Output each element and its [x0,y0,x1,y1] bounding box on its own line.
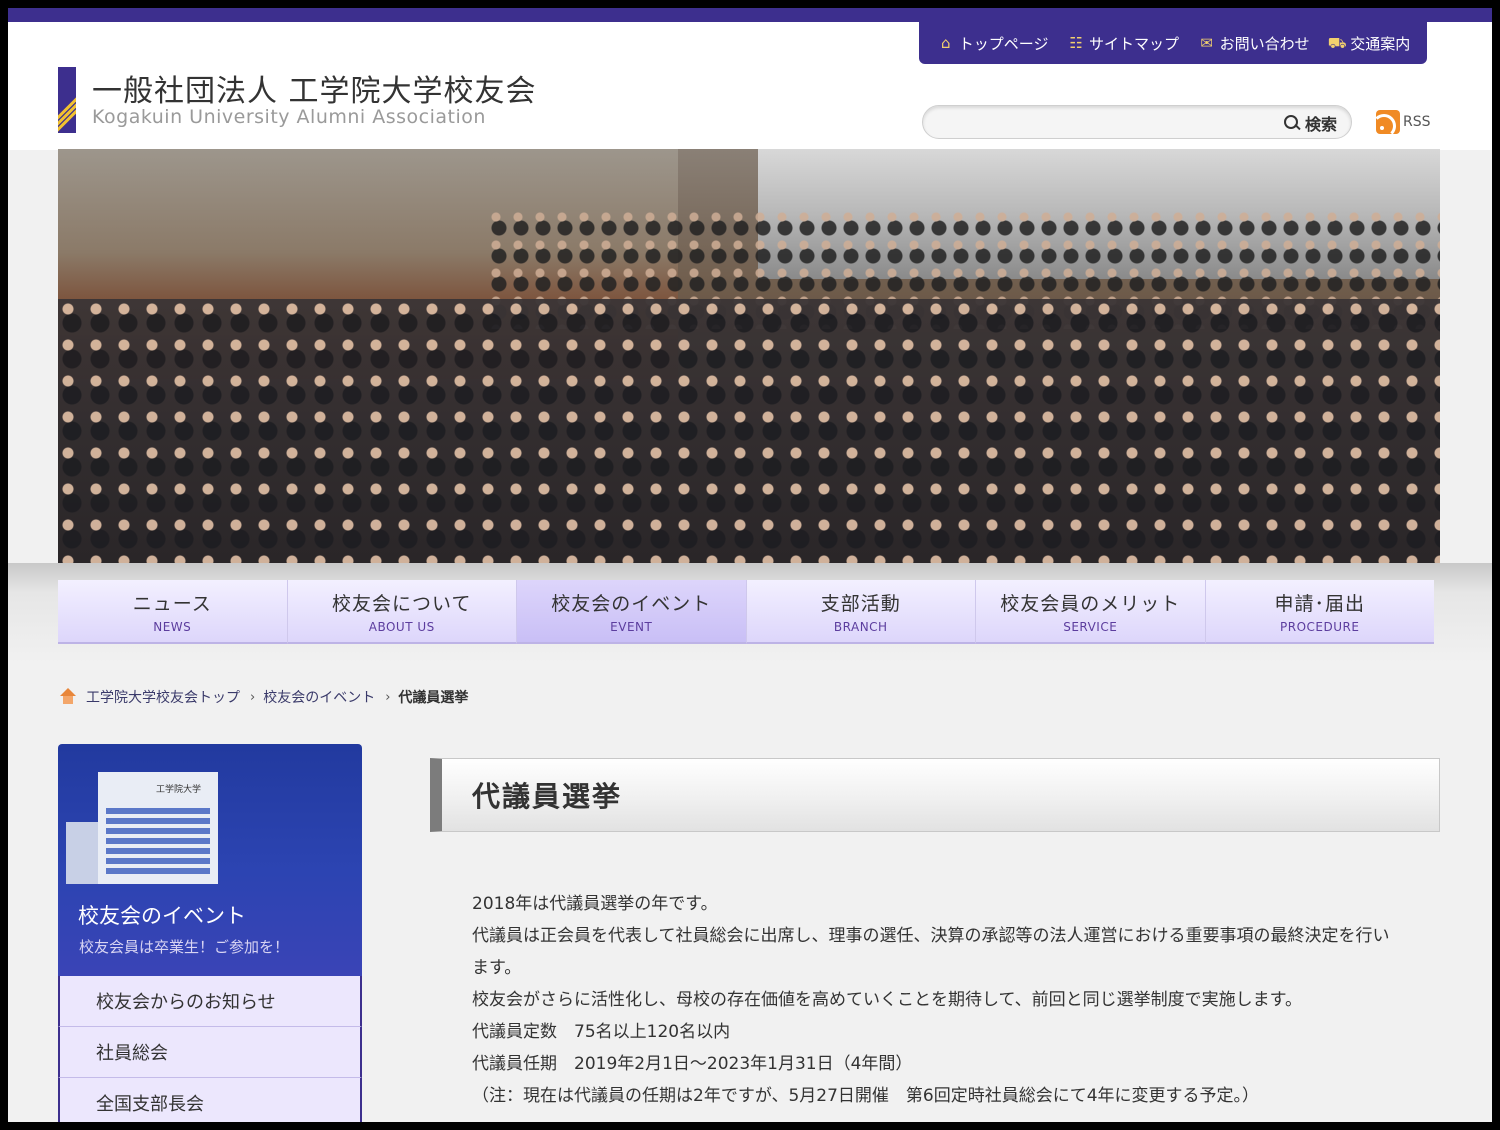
search-icon [1283,114,1301,132]
breadcrumb-separator: › [250,689,256,705]
nav-item-label: 校友会員のメリット [1000,592,1181,615]
search-box: 検索 [922,105,1352,139]
article-paragraph: 代議員任期 2019年2月1日～2023年1月31日（4年間） [472,1054,913,1074]
breadcrumb-section[interactable]: 校友会のイベント [263,687,375,707]
building-image: 工学院大学 [98,772,218,884]
nav-item-label: 校友会のイベント [551,592,712,615]
home-icon: ⌂ [941,34,951,52]
utility-nav: ⌂ トップページ ☷ サイトマップ ✉ お問い合わせ ⛟ 交通案内 [919,22,1427,64]
search-button-label: 検索 [1304,115,1337,134]
page-heading: 代議員選挙 [430,758,1440,832]
nav-item-label: ニュース [132,592,212,615]
nav-item-label: 校友会について [332,592,472,615]
rss-label: RSS [1403,114,1431,130]
util-nav-label: お問い合わせ [1219,34,1310,53]
page-frame: 一般社団法人 工学院大学校友会 Kogakuin University Alum… [8,8,1492,1122]
article-paragraph: 校友会がさらに活性化し、母校の存在価値を高めていくことを期待して、前回と同じ選挙… [472,990,1302,1010]
sidebar-item-general-meeting[interactable]: 社員総会 [58,1027,362,1078]
nav-item-label: 申請･届出 [1274,592,1365,615]
nav-item-service[interactable]: 校友会員のメリット SERVICE [976,580,1206,644]
sidebar-item-notice[interactable]: 校友会からのお知らせ [58,976,362,1027]
car-icon: ⛟ [1327,34,1347,52]
search-button[interactable]: 検索 [1283,112,1337,134]
breadcrumb-home[interactable]: 工学院大学校友会トップ [86,687,240,707]
util-nav-contact[interactable]: ✉ お問い合わせ [1197,33,1310,54]
building-sign: 工学院大学 [156,785,202,795]
article-paragraph: 2018年は代議員選挙の年です。 [472,894,718,914]
site-title-en: Kogakuin University Alumni Association [92,106,486,128]
article-paragraph: 代議員は正会員を代表して社員総会に出席し、理事の選任、決算の承認等の法人運営にお… [472,926,1390,978]
nav-item-branch[interactable]: 支部活動 BRANCH [746,580,976,644]
logo-icon[interactable] [58,67,76,133]
util-nav-label: トップページ [958,34,1049,53]
nav-item-sublabel: SERVICE [1063,619,1118,634]
nav-item-sublabel: EVENT [610,619,653,634]
util-nav-sitemap[interactable]: ☷ サイトマップ [1066,33,1179,54]
article-paragraph: 代議員定数 75名以上120名以内 [472,1022,731,1042]
breadcrumb-separator: › [385,689,391,705]
util-nav-label: 交通案内 [1350,34,1411,53]
hero-crowd-front [58,299,1440,563]
sidebar-banner: 工学院大学 校友会のイベント 校友会員は卒業生！ご参加を！ [58,744,362,976]
home-icon[interactable] [58,688,78,706]
nav-item-label: 支部活動 [820,592,901,615]
nav-item-about[interactable]: 校友会について ABOUT US [287,580,517,644]
util-nav-access[interactable]: ⛟ 交通案内 [1327,33,1410,54]
util-nav-top-page[interactable]: ⌂ トップページ [936,33,1049,54]
top-accent-bar [8,8,1492,22]
rss-icon [1376,110,1400,134]
page-title: 代議員選挙 [472,780,623,813]
nav-item-procedure[interactable]: 申請･届出 PROCEDURE [1205,580,1434,644]
nav-item-sublabel: ABOUT US [368,619,435,634]
breadcrumb-current: 代議員選挙 [398,690,469,706]
util-nav-label: サイトマップ [1089,34,1180,53]
rss-link[interactable]: RSS [1376,110,1431,134]
sidebar-title: 校友会のイベント [78,904,246,928]
nav-item-sublabel: PROCEDURE [1280,619,1360,634]
nav-item-sublabel: BRANCH [833,619,888,634]
sidebar-subtitle: 校友会員は卒業生！ご参加を！ [79,938,290,956]
nav-item-event[interactable]: 校友会のイベント EVENT [517,580,747,644]
sidebar: 工学院大学 校友会のイベント 校友会員は卒業生！ご参加を！ 校友会からのお知らせ… [58,744,362,1122]
search-input[interactable] [937,111,1267,133]
breadcrumb: 工学院大学校友会トップ › 校友会のイベント › 代議員選挙 [58,687,468,707]
site-title[interactable]: 一般社団法人 工学院大学校友会 [92,66,537,110]
mail-icon: ✉ [1200,34,1213,52]
article-paragraph: （注：現在は代議員の任期は2年ですが、5月27日開催 第6回定時社員総会にて4年… [472,1086,1260,1106]
main-nav: ニュース NEWS 校友会について ABOUT US 校友会のイベント EVEN… [58,580,1434,644]
hero-photo [58,149,1440,563]
nav-item-sublabel: NEWS [153,619,192,634]
article-body: 2018年は代議員選挙の年です。 代議員は正会員を代表して社員総会に出席し、理事… [472,888,1402,1112]
nav-item-news[interactable]: ニュース NEWS [58,580,288,644]
building-image [66,822,100,884]
sidebar-item-branch-heads[interactable]: 全国支部長会 [58,1078,362,1122]
sitemap-icon: ☷ [1069,34,1083,52]
building-windows [106,808,210,878]
